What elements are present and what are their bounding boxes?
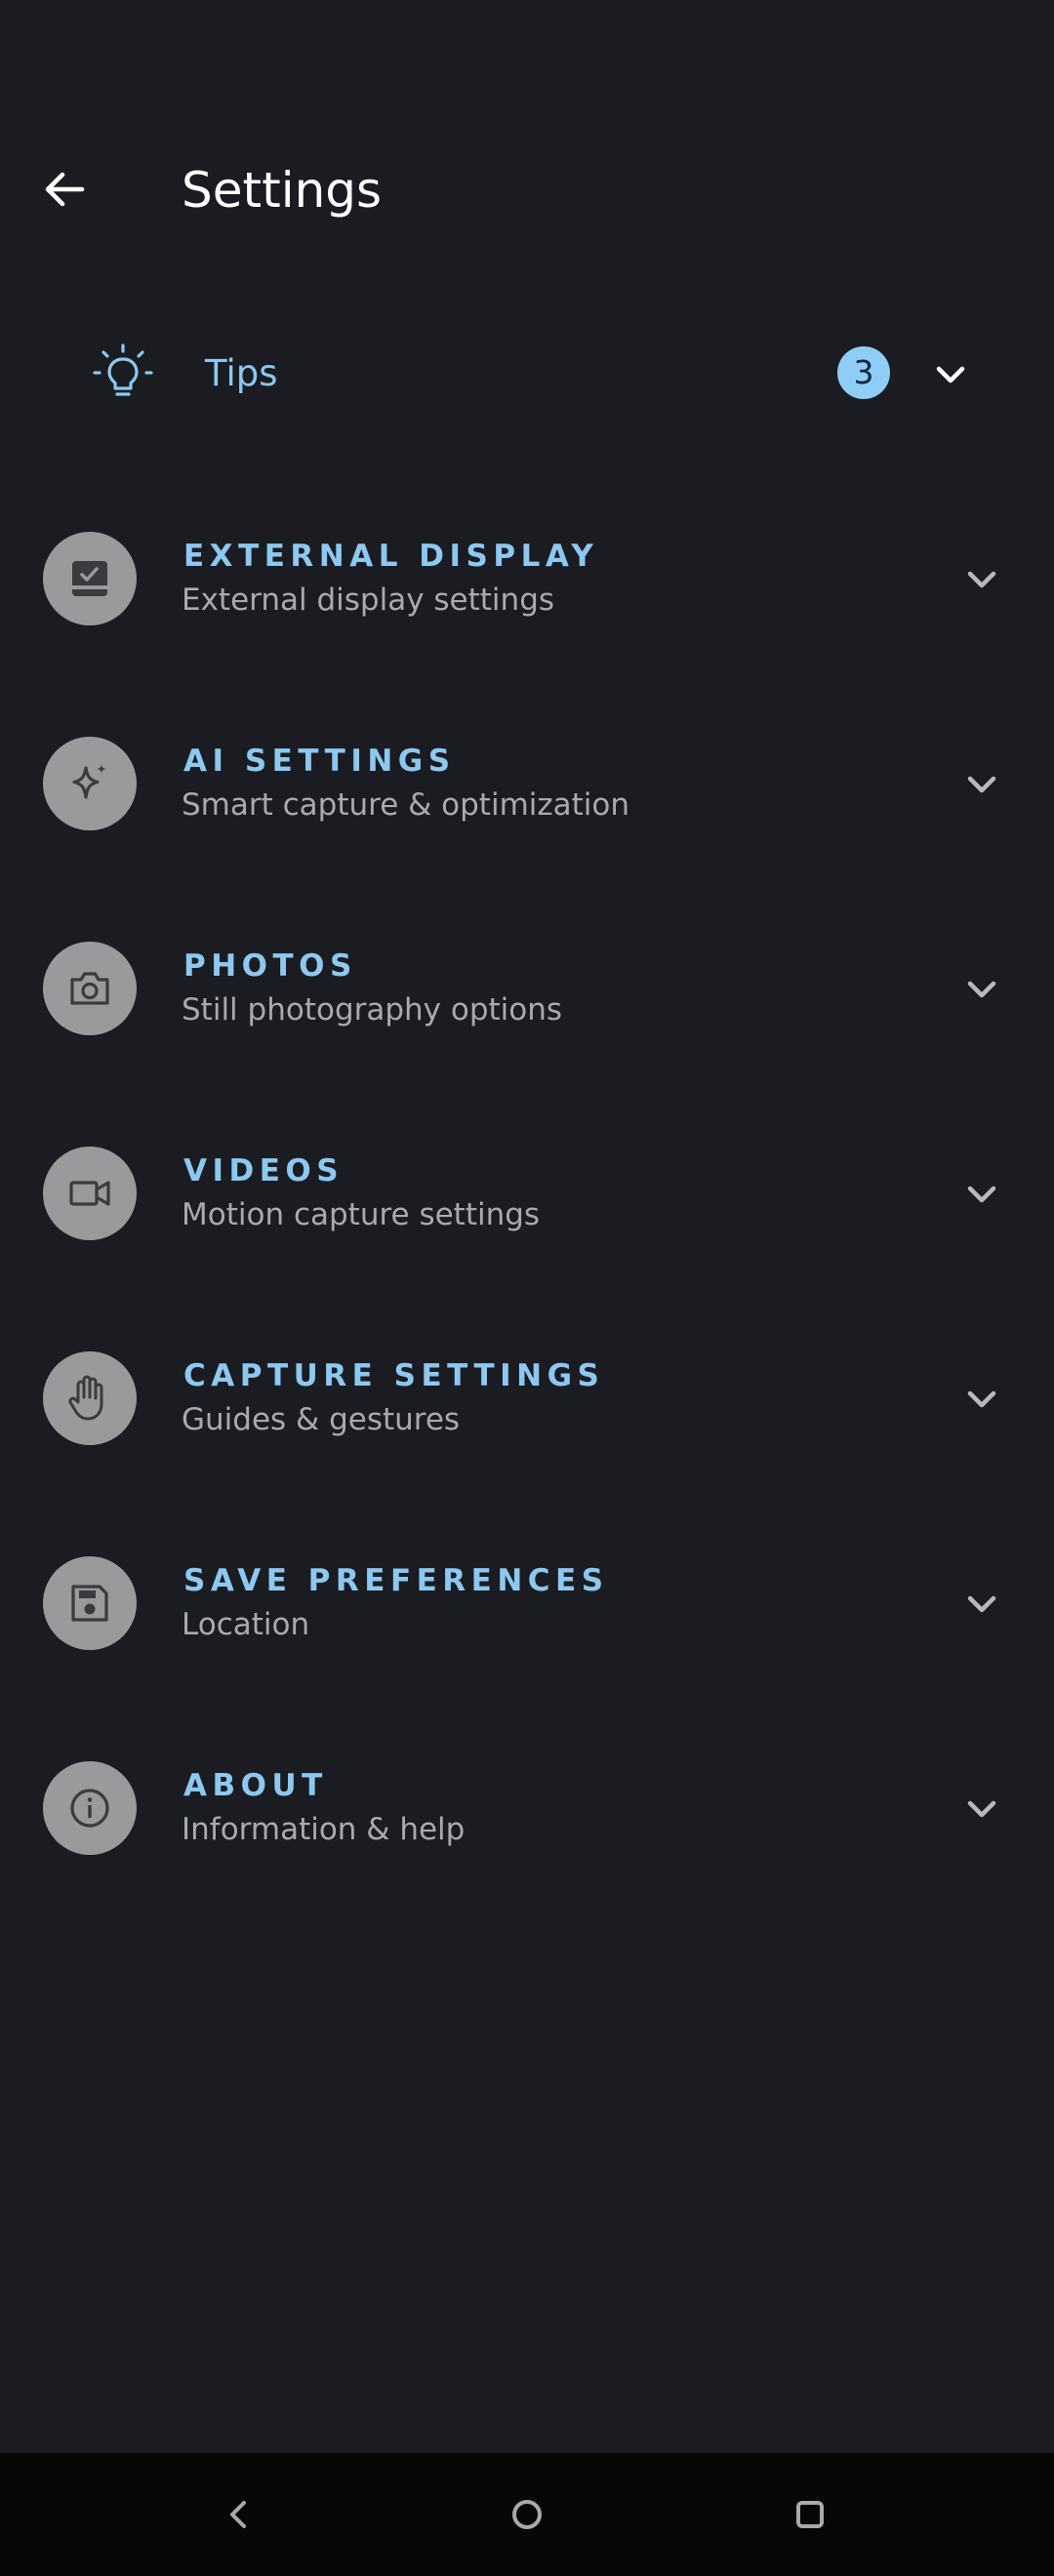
section-videos[interactable]: VIDEOS Motion capture settings xyxy=(0,1122,1054,1327)
info-icon xyxy=(70,1789,109,1828)
system-nav-bar xyxy=(0,2453,1054,2576)
section-subtitle: Guides & gestures xyxy=(182,1402,461,1437)
arrow-left-icon xyxy=(45,172,85,207)
section-icon-container xyxy=(43,942,137,1035)
section-about[interactable]: ABOUT Information & help xyxy=(0,1737,1054,1942)
chevron-down-icon[interactable] xyxy=(958,761,1005,808)
section-ai-settings[interactable]: AI SETTINGS Smart capture & optimization xyxy=(0,712,1054,917)
chevron-down-icon[interactable] xyxy=(958,1581,1005,1628)
nav-back-icon xyxy=(230,2501,246,2528)
nav-back-button[interactable] xyxy=(210,2485,268,2544)
section-capture-settings[interactable]: CAPTURE SETTINGS Guides & gestures xyxy=(0,1327,1054,1532)
section-icon-container xyxy=(43,1351,137,1445)
hand-icon xyxy=(68,1375,103,1421)
section-title: VIDEOS xyxy=(183,1153,345,1188)
section-title: PHOTOS xyxy=(183,948,357,984)
section-icon-container xyxy=(43,1147,137,1240)
section-subtitle: Motion capture settings xyxy=(182,1197,541,1232)
chevron-down-icon[interactable] xyxy=(958,1376,1005,1423)
lightbulb-icon xyxy=(93,343,153,396)
section-icon-container xyxy=(43,1556,137,1650)
section-subtitle: Location xyxy=(182,1607,310,1642)
nav-home-icon xyxy=(512,2500,542,2529)
app-bar: Settings xyxy=(0,127,1054,254)
section-external-display[interactable]: EXTERNAL DISPLAY External display settin… xyxy=(0,507,1054,712)
tips-count-badge: 3 xyxy=(837,346,890,399)
section-photos[interactable]: PHOTOS Still photography options xyxy=(0,917,1054,1122)
section-icon-container xyxy=(43,1761,137,1855)
tips-row[interactable]: Tips 3 xyxy=(0,312,1054,439)
tips-label: Tips xyxy=(205,352,278,394)
nav-recents-button[interactable] xyxy=(781,2485,839,2544)
section-title: SAVE PREFERENCES xyxy=(183,1563,609,1598)
nav-home-button[interactable] xyxy=(498,2485,556,2544)
video-camera-icon xyxy=(69,1181,110,1206)
section-title: AI SETTINGS xyxy=(183,744,456,779)
camera-icon xyxy=(70,972,109,1005)
chevron-down-icon[interactable] xyxy=(927,351,974,398)
nav-recents-icon xyxy=(796,2501,824,2528)
section-icon-container xyxy=(43,532,137,625)
section-icon-container xyxy=(43,737,137,830)
section-save-preferences[interactable]: SAVE PREFERENCES Location xyxy=(0,1532,1054,1737)
settings-list: EXTERNAL DISPLAY External display settin… xyxy=(0,507,1054,1942)
section-title: CAPTURE SETTINGS xyxy=(183,1358,605,1393)
section-title: EXTERNAL DISPLAY xyxy=(183,539,599,574)
section-subtitle: External display settings xyxy=(182,583,555,618)
page-title: Settings xyxy=(182,162,383,219)
floppy-disk-icon xyxy=(71,1585,108,1622)
display-check-icon xyxy=(72,561,107,596)
section-subtitle: Smart capture & optimization xyxy=(182,787,630,823)
section-subtitle: Information & help xyxy=(182,1812,466,1847)
sparkle-icon xyxy=(72,764,106,799)
chevron-down-icon[interactable] xyxy=(958,1786,1005,1832)
chevron-down-icon[interactable] xyxy=(958,556,1005,603)
section-title: ABOUT xyxy=(183,1768,328,1803)
chevron-down-icon[interactable] xyxy=(958,1171,1005,1218)
chevron-down-icon[interactable] xyxy=(958,966,1005,1013)
section-subtitle: Still photography options xyxy=(182,992,563,1027)
back-button[interactable] xyxy=(29,154,100,224)
